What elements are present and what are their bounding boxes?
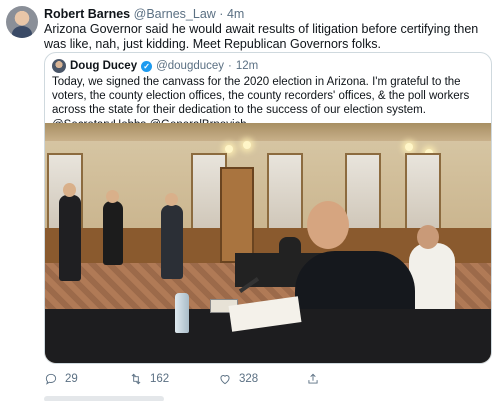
quoted-avatar[interactable] — [52, 59, 66, 73]
photo-light — [243, 141, 251, 149]
author-name[interactable]: Robert Barnes — [44, 7, 130, 21]
retweet-icon — [131, 373, 141, 385]
avatar[interactable] — [6, 6, 38, 38]
photo-window — [405, 153, 441, 233]
separator: · — [219, 7, 224, 21]
photo-window — [267, 153, 303, 233]
photo-person — [161, 205, 183, 279]
photo-person-head — [417, 225, 439, 249]
photo-person — [59, 195, 81, 281]
like-count: 328 — [239, 373, 259, 385]
reply-icon — [45, 373, 57, 385]
photo-person-head — [307, 201, 349, 249]
photo-bottle — [175, 293, 189, 333]
photo-window — [345, 153, 381, 233]
tweet-header: Robert Barnes @Barnes_Law · 4m — [44, 7, 244, 21]
photo-person — [279, 237, 301, 259]
reply-count: 29 — [65, 373, 78, 385]
retweet-button[interactable]: 162 — [129, 372, 169, 386]
quoted-separator: · — [228, 60, 232, 72]
like-button[interactable]: 328 — [218, 372, 258, 386]
tweet-time[interactable]: 4m — [227, 7, 244, 21]
share-button[interactable] — [306, 372, 320, 386]
share-icon — [308, 373, 318, 384]
photo-person-head — [63, 183, 76, 197]
photo-person — [103, 201, 123, 265]
quoted-tweet-header: Doug Ducey ✓ @dougducey · 12m — [52, 59, 258, 73]
photo-person-head — [165, 193, 178, 206]
tweet-photo[interactable] — [45, 123, 491, 363]
heart-icon — [220, 375, 230, 385]
photo-person-head — [106, 190, 119, 203]
tweet-text: Arizona Governor said he would await res… — [44, 22, 479, 51]
quoted-time[interactable]: 12m — [236, 60, 258, 72]
photo-door — [220, 167, 254, 263]
quoted-author-handle[interactable]: @dougducey — [156, 60, 224, 72]
retweet-count: 162 — [150, 373, 170, 385]
quoted-author-name[interactable]: Doug Ducey — [70, 60, 137, 72]
reply-button[interactable]: 29 — [44, 372, 78, 386]
author-handle[interactable]: @Barnes_Law — [134, 7, 216, 21]
tweet-actions: 29 162 328 — [44, 372, 492, 390]
photo-ceiling — [45, 123, 491, 141]
photo-light — [405, 143, 413, 151]
next-tweet-preview — [44, 396, 164, 401]
photo-light — [225, 145, 233, 153]
tweet[interactable]: Robert Barnes @Barnes_Law · 4m Arizona G… — [0, 0, 500, 401]
verified-badge-icon: ✓ — [141, 60, 153, 72]
quoted-tweet[interactable]: Doug Ducey ✓ @dougducey · 12m Today, we … — [44, 52, 492, 364]
